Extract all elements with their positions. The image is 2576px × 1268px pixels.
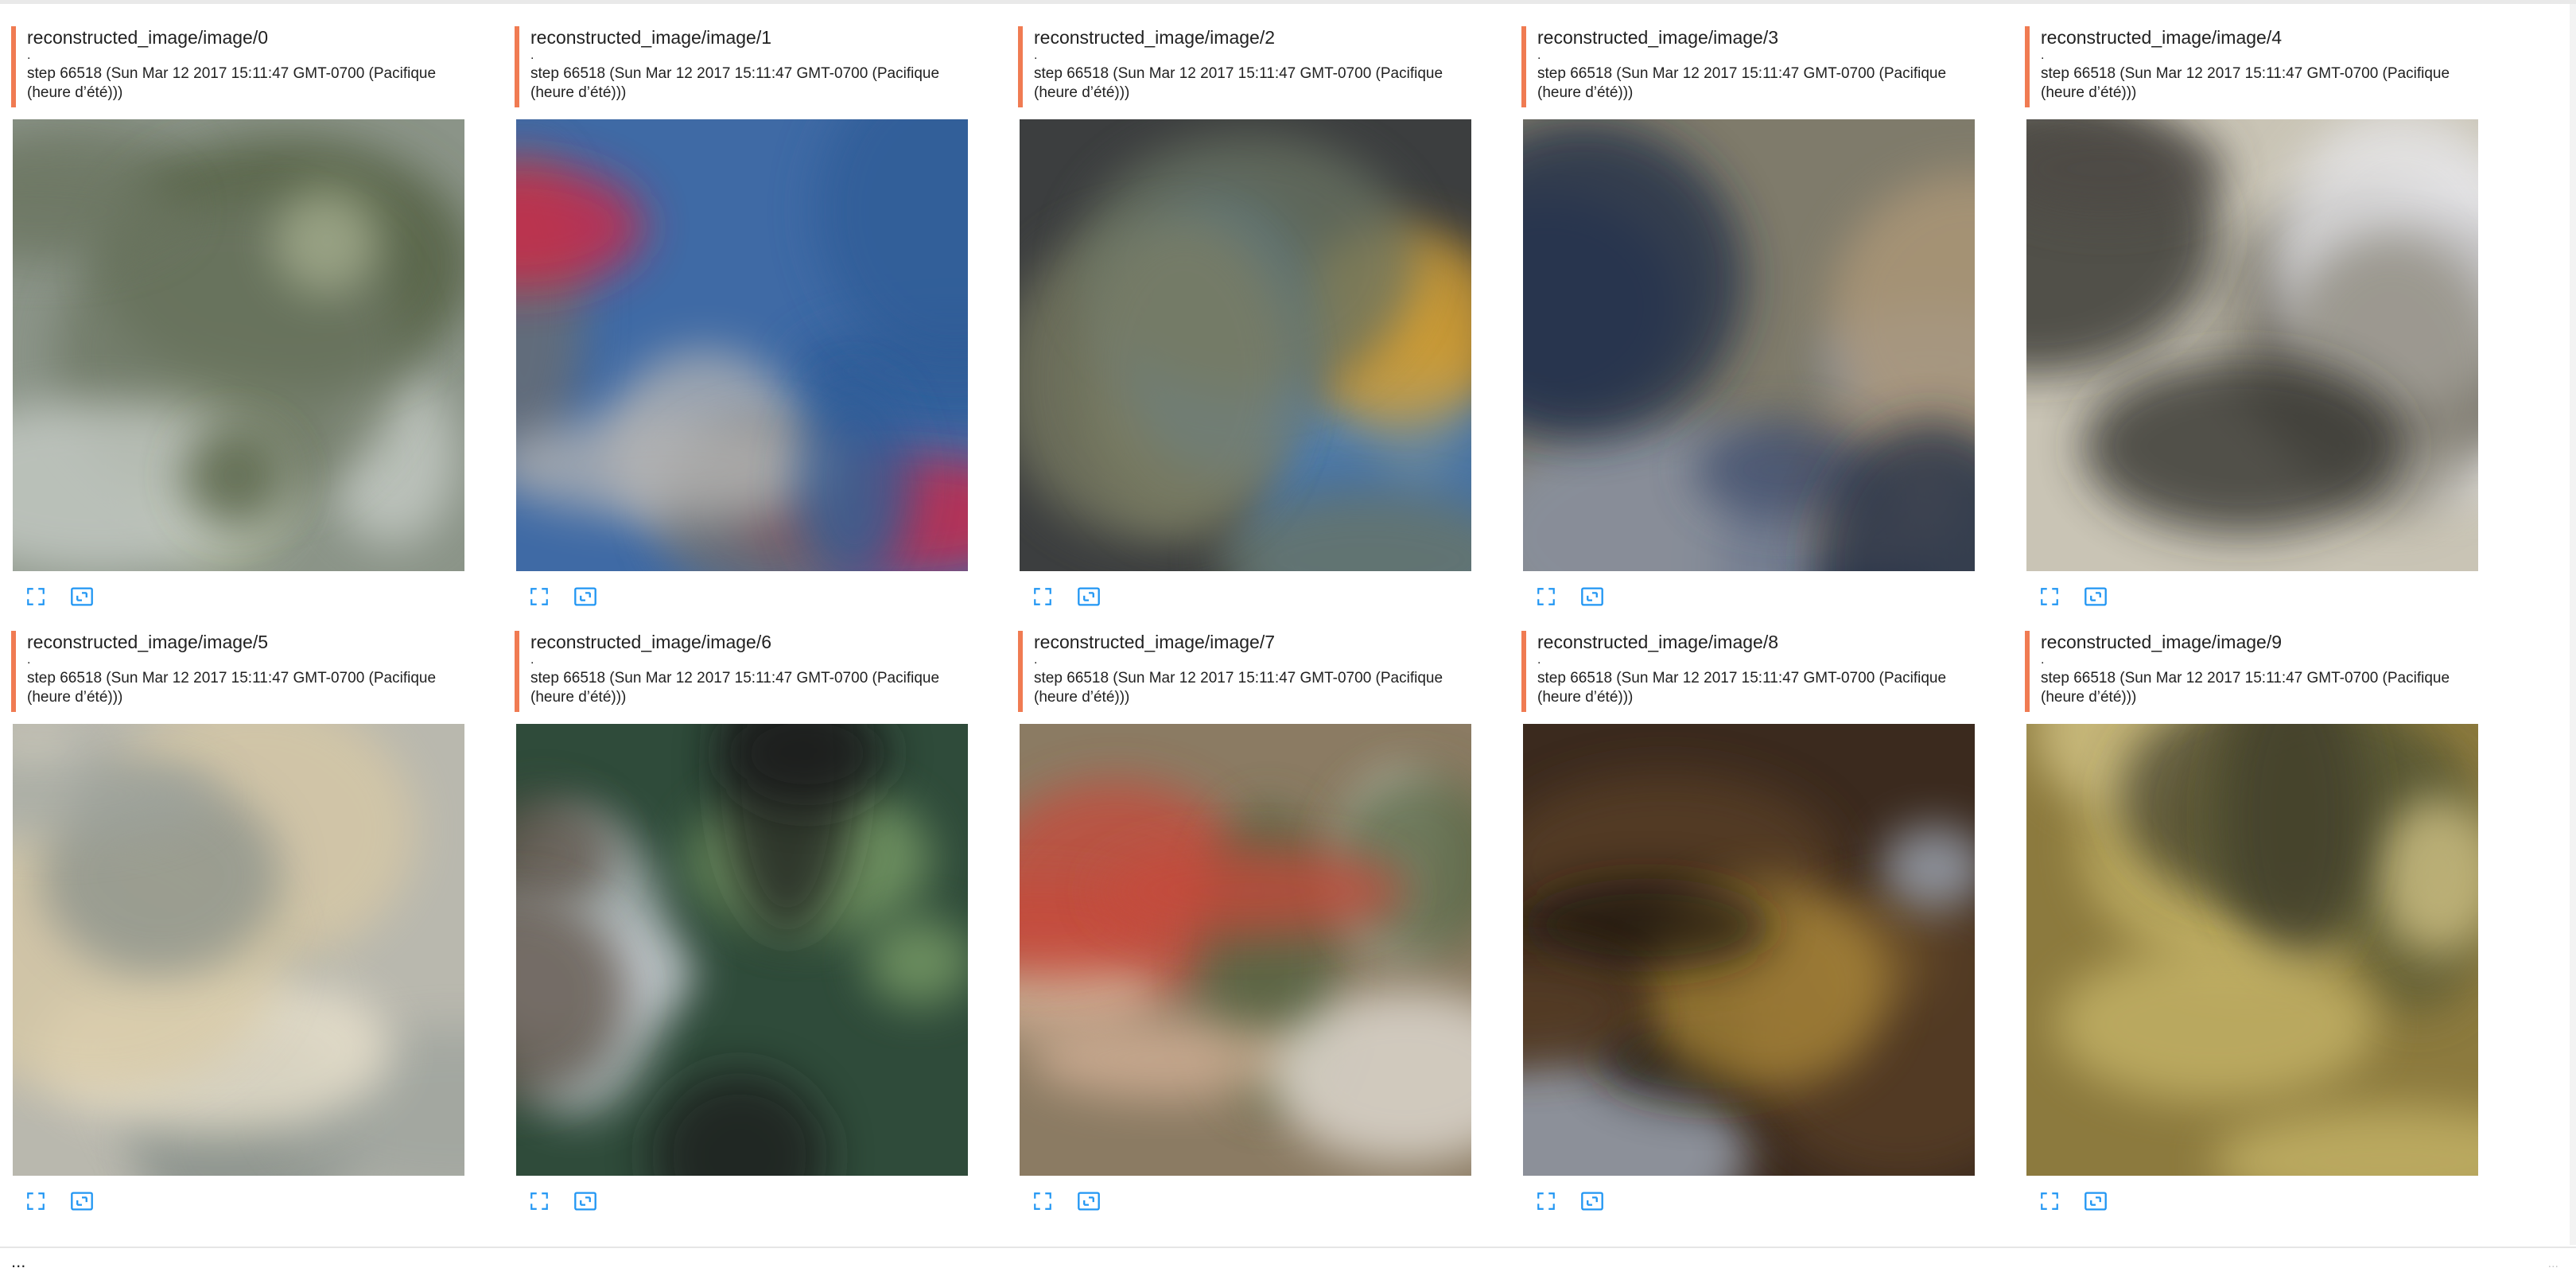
card-dot: . (27, 653, 31, 667)
card-title: reconstructed_image/image/9 (2041, 632, 2282, 652)
card-actions (527, 1188, 597, 1215)
card-step-timestamp: step 66518 (Sun Mar 12 2017 15:11:47 GMT… (1537, 670, 1947, 706)
image-card: reconstructed_image/image/8 . step 66518… (1510, 605, 1987, 1211)
card-actions (24, 1188, 94, 1215)
card-title: reconstructed_image/image/3 (1537, 27, 1778, 48)
reconstructed-image[interactable] (1020, 119, 1471, 571)
card-dot: . (27, 49, 31, 62)
card-title: reconstructed_image/image/7 (1034, 632, 1275, 652)
reconstructed-image[interactable] (1523, 119, 1975, 571)
corner-indicator: ... (2547, 1257, 2559, 1268)
actual-size-icon[interactable] (2084, 1189, 2108, 1213)
actual-size-icon[interactable] (1580, 1189, 1604, 1213)
card-header: reconstructed_image/image/7 . step 66518… (1018, 631, 1479, 712)
card-title: reconstructed_image/image/4 (2041, 27, 2282, 48)
card-step-timestamp: step 66518 (Sun Mar 12 2017 15:11:47 GMT… (2041, 65, 2450, 101)
card-title: reconstructed_image/image/1 (530, 27, 771, 48)
card-dot: . (1537, 49, 1541, 62)
card-header: reconstructed_image/image/4 . step 66518… (2025, 26, 2486, 107)
card-step-timestamp: step 66518 (Sun Mar 12 2017 15:11:47 GMT… (27, 65, 437, 101)
card-title: reconstructed_image/image/2 (1034, 27, 1275, 48)
image-card: reconstructed_image/image/4 . step 66518… (2014, 0, 2491, 606)
tensorboard-images-page: reconstructed_image/image/0 . step 66518… (0, 0, 2576, 1268)
card-step-timestamp: step 66518 (Sun Mar 12 2017 15:11:47 GMT… (1034, 65, 1443, 101)
reconstructed-image[interactable] (1523, 724, 1975, 1176)
card-header: reconstructed_image/image/2 . step 66518… (1018, 26, 1479, 107)
card-step-timestamp: step 66518 (Sun Mar 12 2017 15:11:47 GMT… (530, 670, 940, 706)
reconstructed-image[interactable] (13, 119, 464, 571)
card-dot: . (530, 49, 534, 62)
card-actions (2038, 1188, 2108, 1215)
card-dot: . (1034, 49, 1038, 62)
card-dot: . (2041, 49, 2045, 62)
card-dot: . (2041, 653, 2045, 667)
card-actions (1534, 1188, 1604, 1215)
actual-size-icon[interactable] (1077, 1189, 1101, 1213)
fullscreen-icon[interactable] (2038, 1189, 2061, 1213)
reconstructed-image[interactable] (2026, 119, 2478, 571)
card-step-timestamp: step 66518 (Sun Mar 12 2017 15:11:47 GMT… (1537, 65, 1947, 101)
image-card: reconstructed_image/image/9 . step 66518… (2014, 605, 2491, 1211)
fullscreen-icon[interactable] (24, 1189, 48, 1213)
image-card: reconstructed_image/image/6 . step 66518… (503, 605, 981, 1211)
card-dot: . (1537, 653, 1541, 667)
fullscreen-icon[interactable] (527, 1189, 551, 1213)
bottom-divider (0, 1247, 2576, 1248)
card-step-timestamp: step 66518 (Sun Mar 12 2017 15:11:47 GMT… (1034, 670, 1443, 706)
card-actions (1031, 1188, 1101, 1215)
card-header: reconstructed_image/image/1 . step 66518… (515, 26, 976, 107)
card-header: reconstructed_image/image/3 . step 66518… (1521, 26, 1983, 107)
reconstructed-image[interactable] (2026, 724, 2478, 1176)
card-header: reconstructed_image/image/0 . step 66518… (11, 26, 472, 107)
reconstructed-image[interactable] (516, 119, 968, 571)
card-header: reconstructed_image/image/5 . step 66518… (11, 631, 472, 712)
image-card: reconstructed_image/image/1 . step 66518… (503, 0, 981, 606)
card-title: reconstructed_image/image/0 (27, 27, 268, 48)
fullscreen-icon[interactable] (1534, 1189, 1558, 1213)
card-title: reconstructed_image/image/8 (1537, 632, 1778, 652)
actual-size-icon[interactable] (573, 1189, 597, 1213)
actual-size-icon[interactable] (70, 1189, 94, 1213)
image-card: reconstructed_image/image/5 . step 66518… (0, 605, 477, 1211)
card-step-timestamp: step 66518 (Sun Mar 12 2017 15:11:47 GMT… (27, 670, 437, 706)
card-step-timestamp: step 66518 (Sun Mar 12 2017 15:11:47 GMT… (530, 65, 940, 101)
image-card: reconstructed_image/image/7 . step 66518… (1007, 605, 1484, 1211)
reconstructed-image[interactable] (13, 724, 464, 1176)
card-title: reconstructed_image/image/6 (530, 632, 771, 652)
image-card: reconstructed_image/image/3 . step 66518… (1510, 0, 1987, 606)
reconstructed-image[interactable] (1020, 724, 1471, 1176)
card-header: reconstructed_image/image/9 . step 66518… (2025, 631, 2486, 712)
card-header: reconstructed_image/image/6 . step 66518… (515, 631, 976, 712)
image-card: reconstructed_image/image/0 . step 66518… (0, 0, 477, 606)
image-card-grid: reconstructed_image/image/0 . step 66518… (0, 0, 2576, 1268)
card-title: reconstructed_image/image/5 (27, 632, 268, 652)
card-step-timestamp: step 66518 (Sun Mar 12 2017 15:11:47 GMT… (2041, 670, 2450, 706)
card-header: reconstructed_image/image/8 . step 66518… (1521, 631, 1983, 712)
card-dot: . (530, 653, 534, 667)
fullscreen-icon[interactable] (1031, 1189, 1055, 1213)
next-section-title: ... (11, 1255, 26, 1268)
image-card: reconstructed_image/image/2 . step 66518… (1007, 0, 1484, 606)
reconstructed-image[interactable] (516, 724, 968, 1176)
card-dot: . (1034, 653, 1038, 667)
